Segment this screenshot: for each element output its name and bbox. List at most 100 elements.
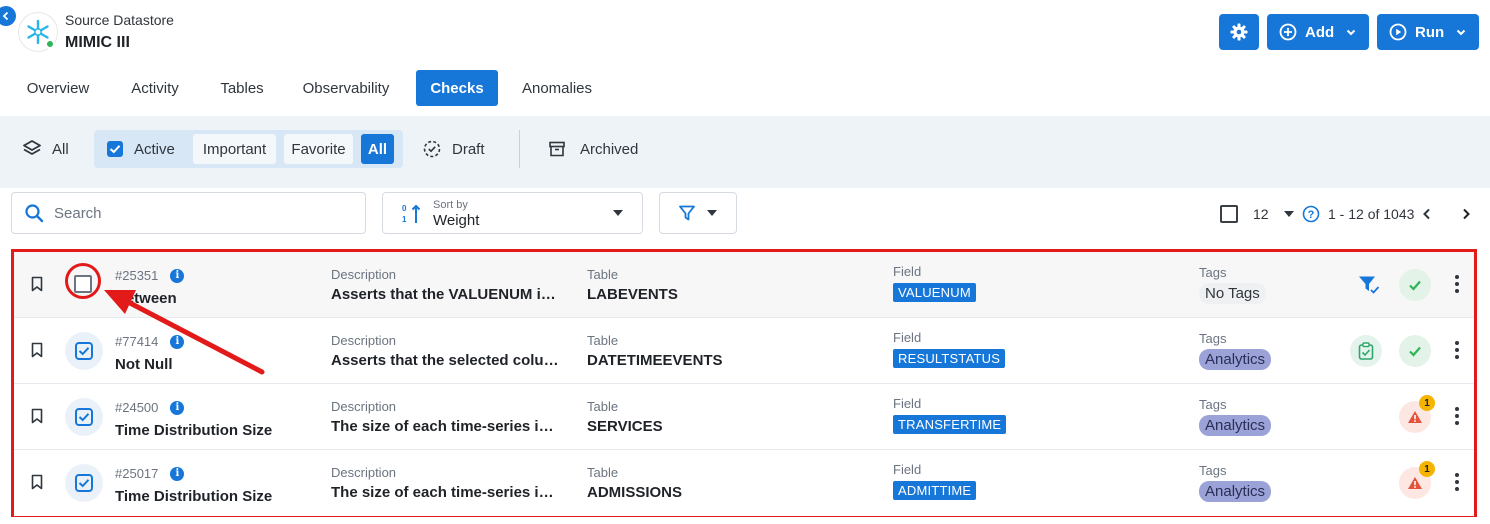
bookmark-icon[interactable] [30, 408, 44, 424]
info-icon[interactable]: i [170, 400, 185, 415]
clipboard-check-icon [1358, 342, 1374, 360]
add-button[interactable]: Add [1267, 14, 1369, 50]
more-options-icon[interactable] [1454, 340, 1460, 360]
filter-icon [679, 205, 695, 221]
more-options-icon[interactable] [1454, 406, 1460, 426]
more-options-icon[interactable] [1454, 274, 1460, 294]
search-input[interactable] [54, 204, 334, 222]
anomaly-status[interactable]: 1 [1399, 461, 1435, 499]
check-id-text: #25351 [115, 268, 159, 283]
more-options-icon[interactable] [1454, 472, 1460, 492]
tab-anomalies[interactable]: Anomalies [512, 70, 602, 106]
filter-active[interactable]: Active [106, 133, 175, 165]
check-icon [1409, 280, 1421, 291]
search-box[interactable] [11, 192, 366, 234]
check-passed-status[interactable] [1399, 335, 1431, 367]
table-row[interactable]: #25017 i Time Distribution Size Descripti… [14, 450, 1474, 516]
chevron-down-icon [1346, 29, 1356, 36]
check-id: #24500 i [115, 400, 185, 415]
table-label: Table [587, 399, 619, 414]
anomaly-status[interactable]: 1 [1399, 395, 1435, 433]
description-label: Description [331, 267, 397, 282]
check-id-text: #24500 [115, 400, 159, 415]
help-circle-icon[interactable]: ? [1302, 205, 1320, 223]
layers-icon [23, 140, 41, 155]
field-badge[interactable]: RESULTSTATUS [893, 349, 1006, 368]
tab-tables[interactable]: Tables [208, 70, 276, 106]
validated-status[interactable] [1350, 335, 1382, 367]
bookmark-icon[interactable] [30, 474, 44, 490]
tab-observability[interactable]: Observability [292, 70, 400, 106]
checks-list: #25351 i Between Description Asserts that… [11, 249, 1477, 517]
check-name: Not Null [115, 356, 173, 373]
tag-badge[interactable]: No Tags [1199, 283, 1266, 304]
filter-check-icon[interactable] [1358, 275, 1380, 295]
field-badge[interactable]: TRANSFERTIME [893, 415, 1007, 434]
plus-circle-icon [1279, 23, 1297, 41]
field-label: Field [893, 396, 922, 411]
tag-badge[interactable]: Analytics [1199, 481, 1272, 502]
checkbox-checked-icon [75, 408, 93, 426]
filter-button[interactable] [659, 192, 737, 234]
prev-page-button[interactable] [1420, 202, 1434, 226]
datastore-type-label: Source Datastore [65, 12, 174, 28]
warning-icon [1408, 411, 1422, 423]
tag-badge[interactable]: Analytics [1199, 415, 1272, 436]
table-row[interactable]: #24500 i Time Distribution Size Descripti… [14, 384, 1474, 450]
filter-important[interactable]: Important [193, 134, 276, 164]
filter-favorite[interactable]: Favorite [284, 134, 353, 164]
sort-value: Weight [433, 212, 480, 229]
check-table[interactable]: DATETIMEEVENTS [587, 352, 723, 369]
anomaly-count-badge: 1 [1419, 395, 1435, 411]
checkbox-checked-icon [107, 141, 123, 157]
tab-overview[interactable]: Overview [14, 70, 102, 106]
add-button-label: Add [1305, 23, 1335, 41]
page-header: Source Datastore MIMIC III Add Run [0, 0, 1490, 70]
check-table[interactable]: LABEVENTS [587, 286, 678, 303]
datastore-logo [18, 12, 58, 52]
check-name: Time Distribution Size [115, 488, 273, 505]
filter-draft-label: Draft [452, 140, 485, 158]
sort-caption: Sort by [433, 199, 468, 211]
checkbox-checked-icon [75, 474, 93, 492]
field-label: Field [893, 330, 922, 345]
per-page-select[interactable]: 12 [1253, 202, 1295, 226]
select-all-checkbox[interactable] [1220, 205, 1238, 223]
sort-select[interactable]: 0 1 Sort by Weight [382, 192, 643, 234]
check-table[interactable]: SERVICES [587, 418, 663, 435]
tab-activity[interactable]: Activity [116, 70, 194, 106]
check-type-badge [65, 464, 103, 502]
check-description: The size of each time-series interval [331, 418, 559, 435]
check-passed-status[interactable] [1399, 269, 1431, 301]
bookmark-icon[interactable] [30, 276, 44, 292]
filter-all-label: All [52, 140, 69, 158]
check-id-text: #25017 [115, 466, 159, 481]
warning-icon [1408, 477, 1422, 489]
info-icon[interactable]: i [170, 334, 185, 349]
field-badge[interactable]: ADMITTIME [893, 481, 977, 500]
tag-badge[interactable]: Analytics [1199, 349, 1272, 370]
info-icon[interactable]: i [170, 268, 185, 283]
check-type-badge [65, 332, 103, 370]
anomaly-count-badge: 1 [1419, 461, 1435, 477]
table-row[interactable]: #25351 i Between Description Asserts that… [14, 252, 1474, 318]
filter-archived[interactable]: Archived [548, 133, 638, 165]
run-button[interactable]: Run [1377, 14, 1479, 50]
filter-draft[interactable]: Draft [422, 133, 485, 165]
settings-button[interactable] [1219, 14, 1259, 50]
bookmark-icon[interactable] [30, 342, 44, 358]
next-page-button[interactable] [1459, 202, 1473, 226]
check-description: Asserts that the selected column has no … [331, 352, 559, 369]
filter-active-all[interactable]: All [361, 134, 394, 164]
check-name: Time Distribution Size [115, 422, 273, 439]
field-badge[interactable]: VALUENUM [893, 283, 976, 302]
check-description: Asserts that the VALUENUM in the specifi… [331, 286, 559, 303]
info-icon[interactable]: i [170, 466, 185, 481]
filter-active-label: Active [134, 140, 175, 158]
table-row[interactable]: #77414 i Not Null Description Asserts tha… [14, 318, 1474, 384]
check-table[interactable]: ADMISSIONS [587, 484, 682, 501]
tab-checks[interactable]: Checks [416, 70, 498, 106]
filter-all[interactable]: All [22, 133, 69, 165]
status-online-dot [45, 39, 55, 49]
table-label: Table [587, 465, 619, 480]
